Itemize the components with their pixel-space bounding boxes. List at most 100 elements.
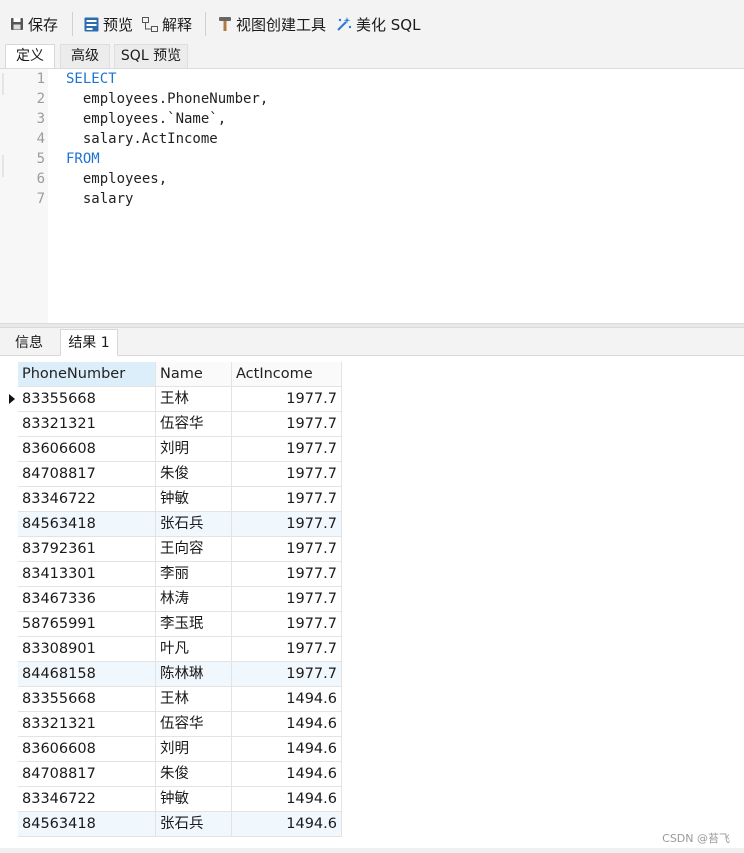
- cell-name[interactable]: 张石兵: [156, 812, 232, 837]
- cell-actincome[interactable]: 1977.7: [232, 462, 342, 487]
- row-indicator-column: [0, 356, 18, 853]
- cell-phonenumber[interactable]: 84708817: [18, 462, 156, 487]
- cell-phonenumber[interactable]: 83321321: [18, 412, 156, 437]
- cell-actincome[interactable]: 1977.7: [232, 637, 342, 662]
- beautify-sql-button[interactable]: 美化 SQL: [336, 13, 420, 35]
- beautify-sql-label: 美化 SQL: [356, 15, 421, 34]
- line-number: 3: [36, 111, 45, 127]
- cell-phonenumber[interactable]: 84563418: [18, 512, 156, 537]
- tab-info[interactable]: 信息: [6, 331, 52, 355]
- cell-phonenumber[interactable]: 83355668: [18, 387, 156, 412]
- cell-name[interactable]: 李玉珉: [156, 612, 232, 637]
- line-number: 2: [36, 91, 45, 107]
- column-header-phonenumber[interactable]: PhoneNumber: [18, 362, 156, 387]
- line-number: 6: [36, 171, 45, 187]
- cell-name[interactable]: 王向容: [156, 537, 232, 562]
- sql-editor[interactable]: 1 2 3 4 5 6 7 SELECT employees.PhoneNumb…: [0, 68, 744, 325]
- fold-marker: [2, 73, 4, 95]
- status-strip: [0, 848, 744, 853]
- result-tabs: 信息 结果 1: [0, 328, 744, 356]
- preview-label: 预览: [103, 15, 134, 34]
- view-builder-button[interactable]: 视图创建工具: [218, 13, 326, 35]
- cell-actincome[interactable]: 1977.7: [232, 562, 342, 587]
- code-line: employees.PhoneNumber,: [66, 91, 269, 107]
- save-icon: [11, 18, 23, 30]
- cell-phonenumber[interactable]: 83413301: [18, 562, 156, 587]
- explain-button[interactable]: 解释: [142, 13, 192, 35]
- code-line: employees.`Name`,: [66, 111, 227, 127]
- cell-actincome[interactable]: 1977.7: [232, 412, 342, 437]
- cell-actincome[interactable]: 1977.7: [232, 512, 342, 537]
- cell-name[interactable]: 朱俊: [156, 462, 232, 487]
- cell-name[interactable]: 钟敏: [156, 487, 232, 512]
- cell-name[interactable]: 张石兵: [156, 512, 232, 537]
- cell-actincome[interactable]: 1494.6: [232, 712, 342, 737]
- cell-actincome[interactable]: 1977.7: [232, 537, 342, 562]
- save-label: 保存: [28, 15, 59, 34]
- cell-actincome[interactable]: 1494.6: [232, 812, 342, 837]
- cell-actincome[interactable]: 1977.7: [232, 487, 342, 512]
- line-number: 7: [36, 191, 45, 207]
- cell-phonenumber[interactable]: 83606608: [18, 437, 156, 462]
- column-header-actincome[interactable]: ActIncome: [232, 362, 342, 387]
- cell-name[interactable]: 林涛: [156, 587, 232, 612]
- cell-actincome[interactable]: 1494.6: [232, 762, 342, 787]
- explain-label: 解释: [162, 15, 193, 34]
- cell-actincome[interactable]: 1977.7: [232, 612, 342, 637]
- cell-name[interactable]: 李丽: [156, 562, 232, 587]
- code-line: employees,: [66, 171, 168, 187]
- editor-tabs: 定义 高级 SQL 预览: [0, 44, 744, 68]
- cell-phonenumber[interactable]: 83355668: [18, 687, 156, 712]
- line-number-gutter: 1 2 3 4 5 6 7: [0, 69, 48, 325]
- cell-name[interactable]: 陈林琳: [156, 662, 232, 687]
- cell-phonenumber[interactable]: 83346722: [18, 787, 156, 812]
- cell-name[interactable]: 朱俊: [156, 762, 232, 787]
- tab-definition[interactable]: 定义: [5, 44, 55, 68]
- line-number: 4: [36, 131, 45, 147]
- cell-phonenumber[interactable]: 58765991: [18, 612, 156, 637]
- watermark: CSDN @苔飞: [662, 832, 730, 845]
- current-row-marker-icon: [9, 394, 15, 404]
- cell-actincome[interactable]: 1494.6: [232, 737, 342, 762]
- line-number: 1: [36, 71, 45, 87]
- save-button[interactable]: 保存: [10, 13, 58, 35]
- toolbar-separator: [72, 12, 73, 36]
- cell-actincome[interactable]: 1494.6: [232, 787, 342, 812]
- cell-phonenumber[interactable]: 84468158: [18, 662, 156, 687]
- cell-name[interactable]: 刘明: [156, 437, 232, 462]
- tab-result-1[interactable]: 结果 1: [60, 329, 118, 356]
- cell-actincome[interactable]: 1977.7: [232, 587, 342, 612]
- cell-name[interactable]: 伍容华: [156, 712, 232, 737]
- cell-name[interactable]: 叶凡: [156, 637, 232, 662]
- code-keyword: SELECT: [66, 71, 117, 87]
- cell-phonenumber[interactable]: 83321321: [18, 712, 156, 737]
- cell-actincome[interactable]: 1977.7: [232, 387, 342, 412]
- toolbar-separator: [205, 12, 206, 36]
- cell-name[interactable]: 刘明: [156, 737, 232, 762]
- code-line: salary: [66, 191, 134, 207]
- cell-phonenumber[interactable]: 84563418: [18, 812, 156, 837]
- cell-phonenumber[interactable]: 84708817: [18, 762, 156, 787]
- preview-button[interactable]: 预览: [84, 13, 133, 35]
- cell-name[interactable]: 王林: [156, 687, 232, 712]
- cell-name[interactable]: 王林: [156, 387, 232, 412]
- code-line: salary.ActIncome: [66, 131, 218, 147]
- tab-sql-preview[interactable]: SQL 预览: [114, 44, 188, 68]
- cell-actincome[interactable]: 1977.7: [232, 437, 342, 462]
- tab-advanced[interactable]: 高级: [60, 44, 110, 68]
- toolbar: 保存 预览 解释 视图创建工具 美化 SQL: [0, 0, 744, 45]
- cell-phonenumber[interactable]: 83792361: [18, 537, 156, 562]
- hammer-icon: [219, 17, 231, 31]
- cell-phonenumber[interactable]: 83346722: [18, 487, 156, 512]
- fold-marker: [2, 155, 4, 177]
- cell-phonenumber[interactable]: 83308901: [18, 637, 156, 662]
- preview-icon: [84, 17, 99, 31]
- cell-name[interactable]: 伍容华: [156, 412, 232, 437]
- cell-phonenumber[interactable]: 83606608: [18, 737, 156, 762]
- cell-phonenumber[interactable]: 83467336: [18, 587, 156, 612]
- cell-actincome[interactable]: 1977.7: [232, 662, 342, 687]
- column-header-name[interactable]: Name: [156, 362, 232, 387]
- cell-name[interactable]: 钟敏: [156, 787, 232, 812]
- explain-icon: [142, 16, 158, 32]
- cell-actincome[interactable]: 1494.6: [232, 687, 342, 712]
